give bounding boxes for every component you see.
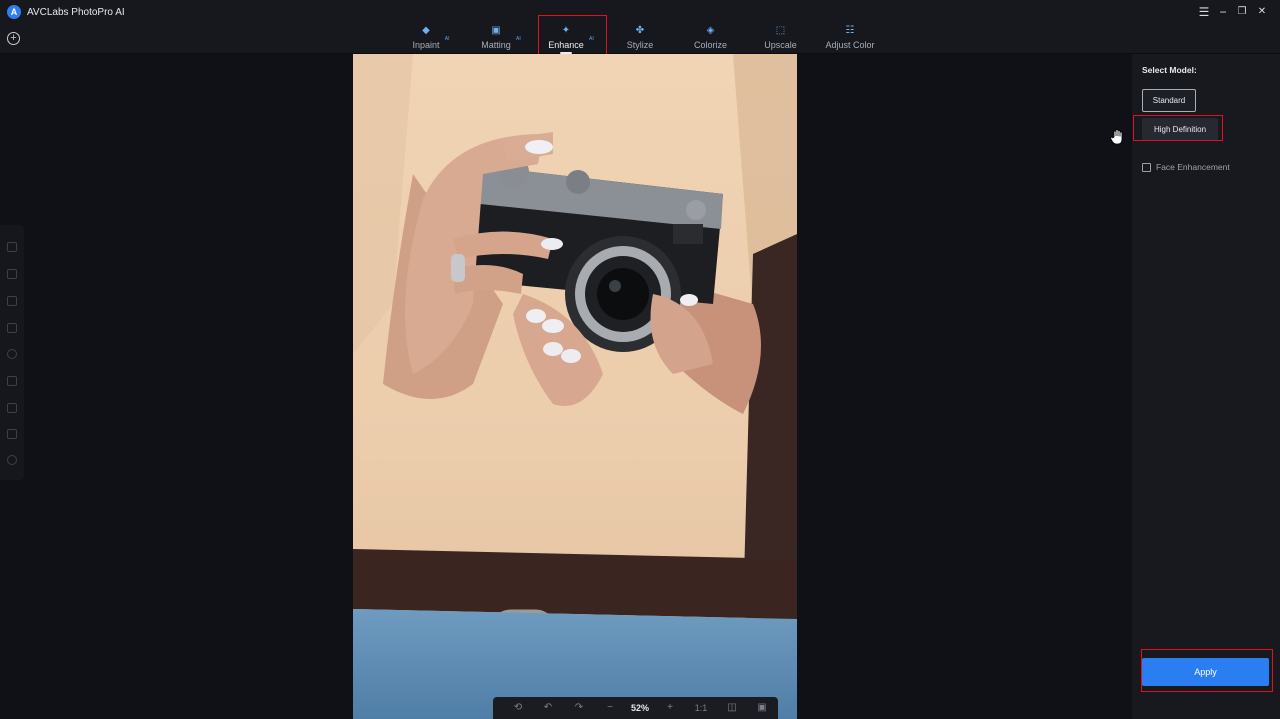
history-icon[interactable]: [7, 455, 17, 465]
adjust-color-icon: ☷: [845, 25, 855, 36]
face-enhancement-option[interactable]: Face Enhancement: [1142, 162, 1230, 172]
hand-cursor-icon: [1110, 129, 1123, 145]
app-window: A AVCLabs PhotoPro AI ☰ − ❐ ✕ + ◆ Inpain…: [0, 0, 1280, 719]
zoom-level: 52%: [630, 703, 649, 713]
save-icon[interactable]: ▣: [755, 701, 769, 715]
tool-icon[interactable]: [7, 242, 17, 252]
menu-icon[interactable]: ☰: [1196, 4, 1212, 20]
select-model-label: Select Model:: [1142, 65, 1197, 75]
tab-inpaint[interactable]: ◆ Inpaint AI: [412, 24, 449, 54]
tab-adjust-color-label: Adjust Color: [825, 40, 875, 50]
rectangle-icon[interactable]: [7, 323, 17, 333]
stylize-icon: ✤: [635, 25, 645, 36]
tab-matting[interactable]: ▣ Matting AI: [481, 24, 521, 54]
restore-button[interactable]: ❐: [1234, 4, 1250, 20]
ai-badge: AI: [444, 36, 450, 42]
high-definition-highlight-box: [1133, 115, 1223, 141]
tab-inpaint-label: Inpaint: [412, 40, 440, 50]
upscale-icon: ⬚: [775, 25, 786, 36]
brush-icon[interactable]: [7, 269, 17, 279]
tab-colorize-label: Colorize: [694, 40, 728, 50]
minimize-button[interactable]: −: [1215, 4, 1231, 20]
actual-size-button[interactable]: 1:1: [693, 701, 709, 715]
photo-preview: [353, 54, 797, 719]
inpaint-icon: ◆: [422, 25, 430, 36]
tab-upscale[interactable]: ⬚ Upscale: [764, 24, 797, 54]
model-standard-button[interactable]: Standard: [1142, 89, 1196, 112]
select-icon[interactable]: [7, 376, 17, 386]
photo-image: [353, 54, 797, 719]
zoom-out-button[interactable]: −: [603, 701, 617, 715]
tab-stylize[interactable]: ✤ Stylize: [626, 24, 654, 54]
tab-adjust-color[interactable]: ☷ Adjust Color: [825, 24, 875, 54]
face-enhancement-checkbox[interactable]: [1142, 162, 1151, 172]
title-bar: A AVCLabs PhotoPro AI ☰ − ❐ ✕: [0, 0, 1280, 24]
tab-upscale-label: Upscale: [764, 40, 797, 50]
zoom-control-bar: ⟲ ↶ ↷ − 52% + 1:1 ◫ ▣: [493, 697, 778, 719]
tab-stylize-label: Stylize: [626, 40, 654, 50]
app-logo-icon: A: [7, 5, 21, 19]
zoom-in-button[interactable]: +: [663, 701, 677, 715]
tab-colorize[interactable]: ◈ Colorize: [694, 24, 728, 54]
close-button[interactable]: ✕: [1254, 4, 1270, 20]
invert-icon[interactable]: [7, 403, 17, 413]
mask-icon[interactable]: [7, 429, 17, 439]
ellipse-icon[interactable]: [7, 349, 17, 359]
left-tool-panel: [0, 225, 24, 480]
matting-icon: ▣: [491, 25, 501, 36]
ai-badge: AI: [516, 36, 521, 42]
undo-icon[interactable]: ↶: [541, 701, 555, 715]
colorize-icon: ◈: [706, 25, 715, 36]
tab-matting-label: Matting: [481, 40, 511, 50]
reset-icon[interactable]: ⟲: [511, 701, 525, 715]
face-enhancement-label: Face Enhancement: [1156, 162, 1230, 172]
app-title: AVCLabs PhotoPro AI: [27, 6, 125, 18]
lasso-icon[interactable]: [7, 296, 17, 306]
add-image-button[interactable]: +: [7, 32, 20, 45]
apply-highlight-box: [1141, 649, 1273, 692]
compare-icon[interactable]: ◫: [725, 701, 739, 715]
right-settings-panel: Select Model: Standard High Definition F…: [1132, 54, 1280, 719]
redo-icon[interactable]: ↷: [572, 701, 586, 715]
